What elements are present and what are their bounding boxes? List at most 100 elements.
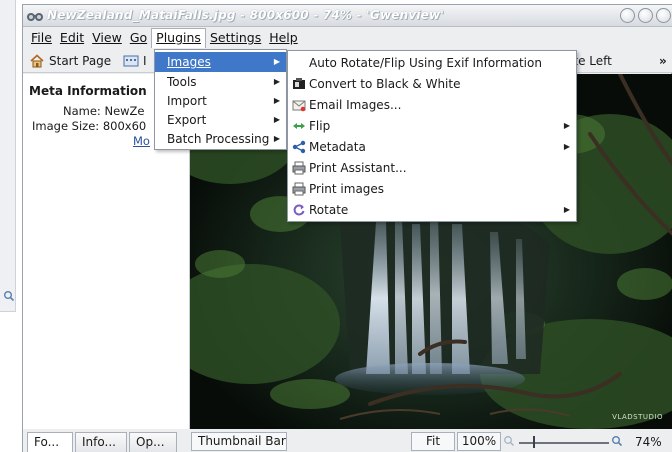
meta-name-row: Name: NewZe xyxy=(63,104,145,118)
images-item-metadata[interactable]: Metadata ▶ xyxy=(288,137,576,157)
submenu-arrow-icon: ▶ xyxy=(563,121,570,130)
flip-icon xyxy=(293,123,305,129)
images-item-auto-rotate[interactable]: Auto Rotate/Flip Using Exif Information xyxy=(288,53,576,73)
browse-button[interactable]: I xyxy=(123,52,147,70)
fit-button[interactable]: Fit xyxy=(411,432,455,451)
menu-go[interactable]: Go xyxy=(126,28,151,48)
menu-settings[interactable]: Settings xyxy=(206,28,265,48)
print-images-label: Print images xyxy=(309,182,385,196)
plugins-item-tools[interactable]: Tools ▶ xyxy=(155,72,286,92)
more-link[interactable]: Mo xyxy=(133,134,150,148)
tab-information[interactable]: Info... xyxy=(75,432,127,452)
start-page-label: Start Page xyxy=(49,54,112,68)
zoom-out-icon[interactable] xyxy=(503,435,515,447)
overflow-chevron-icon: » xyxy=(659,54,667,68)
plugins-item-import[interactable]: Import ▶ xyxy=(155,91,286,111)
menu-help[interactable]: Help xyxy=(265,28,302,48)
meta-size-label: Image Size: xyxy=(32,119,100,133)
images-item-flip[interactable]: Flip ▶ xyxy=(288,116,576,136)
bw-icon xyxy=(293,78,305,89)
start-page-button[interactable]: Start Page xyxy=(29,52,111,70)
submenu-arrow-icon: ▶ xyxy=(563,142,570,151)
images-item-email[interactable]: Email Images... xyxy=(288,95,576,115)
status-bar: Fo... Info... Op... Thumbnail Bar Fit 10… xyxy=(23,429,672,452)
window-controls xyxy=(620,8,671,23)
menu-go-label: Go xyxy=(129,30,148,45)
zoom-icon[interactable] xyxy=(3,290,15,302)
title-bar[interactable]: NewZealand_MataiFalls.jpg - 800x600 - 74… xyxy=(23,5,672,27)
left-strip xyxy=(0,0,22,452)
browse-label-partial: I xyxy=(143,54,147,68)
printer-icon xyxy=(292,161,306,175)
submenu-arrow-icon: ▶ xyxy=(273,134,280,143)
thumbnail-bar-toggle[interactable]: Thumbnail Bar xyxy=(191,432,287,451)
menu-file-label: File xyxy=(31,30,52,45)
meta-size-row: Image Size: 800x60 xyxy=(32,119,146,133)
menu-help-label: Help xyxy=(269,30,298,45)
tab-folders[interactable]: Fo... xyxy=(27,432,73,452)
submenu-arrow-icon: ▶ xyxy=(563,205,570,214)
menu-plugins-label: Plugins xyxy=(156,30,201,45)
images-item-rotate[interactable]: Rotate ▶ xyxy=(288,200,576,220)
images-submenu: Auto Rotate/Flip Using Exif Information … xyxy=(287,50,577,222)
meta-name-value: NewZe xyxy=(104,104,145,118)
metadata-icon xyxy=(292,140,306,154)
menu-file[interactable]: File xyxy=(27,28,56,48)
thumbnail-bar-label: Thumbnail Bar xyxy=(198,434,286,448)
rotate-label: Rotate xyxy=(309,203,349,217)
images-item-print-assistant[interactable]: Print Assistant... xyxy=(288,158,576,178)
tab-operations[interactable]: Op... xyxy=(129,432,177,452)
plugins-item-images[interactable]: Images ▶ xyxy=(155,52,286,72)
menu-view-label: View xyxy=(92,30,122,45)
menu-view[interactable]: View xyxy=(88,28,126,48)
plugins-batch-label: Batch Processing xyxy=(167,132,270,146)
images-item-black-white[interactable]: Convert to Black & White xyxy=(288,74,576,94)
close-button[interactable] xyxy=(656,8,671,23)
auto-rotate-label: Auto Rotate/Flip Using Exif Information xyxy=(309,56,542,70)
email-label: Email Images... xyxy=(309,98,402,112)
adjacent-window-edge xyxy=(0,0,16,312)
submenu-arrow-icon: ▶ xyxy=(273,57,280,66)
plugins-export-label: Export xyxy=(167,113,207,127)
submenu-arrow-icon: ▶ xyxy=(273,96,280,105)
zoom-in-icon[interactable] xyxy=(611,435,623,447)
menu-plugins[interactable]: Plugins xyxy=(151,28,206,48)
menu-edit[interactable]: Edit xyxy=(56,28,88,48)
plugins-tools-label: Tools xyxy=(167,75,197,89)
submenu-arrow-icon: ▶ xyxy=(273,77,280,86)
maximize-button[interactable] xyxy=(638,8,653,23)
gwenview-app-icon[interactable] xyxy=(26,8,44,24)
toolbar-overflow-button[interactable]: » xyxy=(659,52,667,70)
thumbnails-icon xyxy=(123,55,139,67)
tab-operations-label: Op... xyxy=(136,435,165,449)
menu-edit-label: Edit xyxy=(59,30,85,45)
plugins-item-batch-processing[interactable]: Batch Processing ▶ xyxy=(155,129,286,149)
metadata-label: Metadata xyxy=(309,140,366,154)
meta-info-title: Meta Information xyxy=(29,84,147,98)
zoom-level: 74% xyxy=(635,435,662,449)
menu-bar: File Edit View Go Plugins Settings Help xyxy=(23,27,672,49)
bw-label: Convert to Black & White xyxy=(309,77,461,91)
minimize-button[interactable] xyxy=(620,8,635,23)
images-item-print-images[interactable]: Print images xyxy=(288,179,576,199)
plugins-menu: Images ▶ Tools ▶ Import ▶ Export ▶ Batch… xyxy=(154,49,287,150)
fit-label: Fit xyxy=(425,434,441,448)
tab-folders-label: Fo... xyxy=(34,435,60,449)
flip-label: Flip xyxy=(309,119,331,133)
tab-information-label: Info... xyxy=(82,435,116,449)
submenu-arrow-icon: ▶ xyxy=(273,115,280,124)
plugins-images-label: Images xyxy=(167,55,211,69)
meta-name-label: Name: xyxy=(63,104,101,118)
window-title: NewZealand_MataiFalls.jpg - 800x600 - 74… xyxy=(47,8,445,22)
menu-settings-label: Settings xyxy=(209,30,262,45)
meta-size-value: 800x60 xyxy=(102,119,147,133)
printer-icon xyxy=(292,182,306,196)
plugins-import-label: Import xyxy=(167,94,207,108)
zoom-100-button[interactable]: 100% xyxy=(457,432,501,451)
rotate-icon xyxy=(293,204,305,216)
email-icon xyxy=(292,100,306,112)
gwenview-window: NewZealand_MataiFalls.jpg - 800x600 - 74… xyxy=(22,4,672,452)
zoom-slider-handle[interactable] xyxy=(533,436,535,448)
zoom-100-label: 100% xyxy=(461,434,497,448)
plugins-item-export[interactable]: Export ▶ xyxy=(155,110,286,130)
